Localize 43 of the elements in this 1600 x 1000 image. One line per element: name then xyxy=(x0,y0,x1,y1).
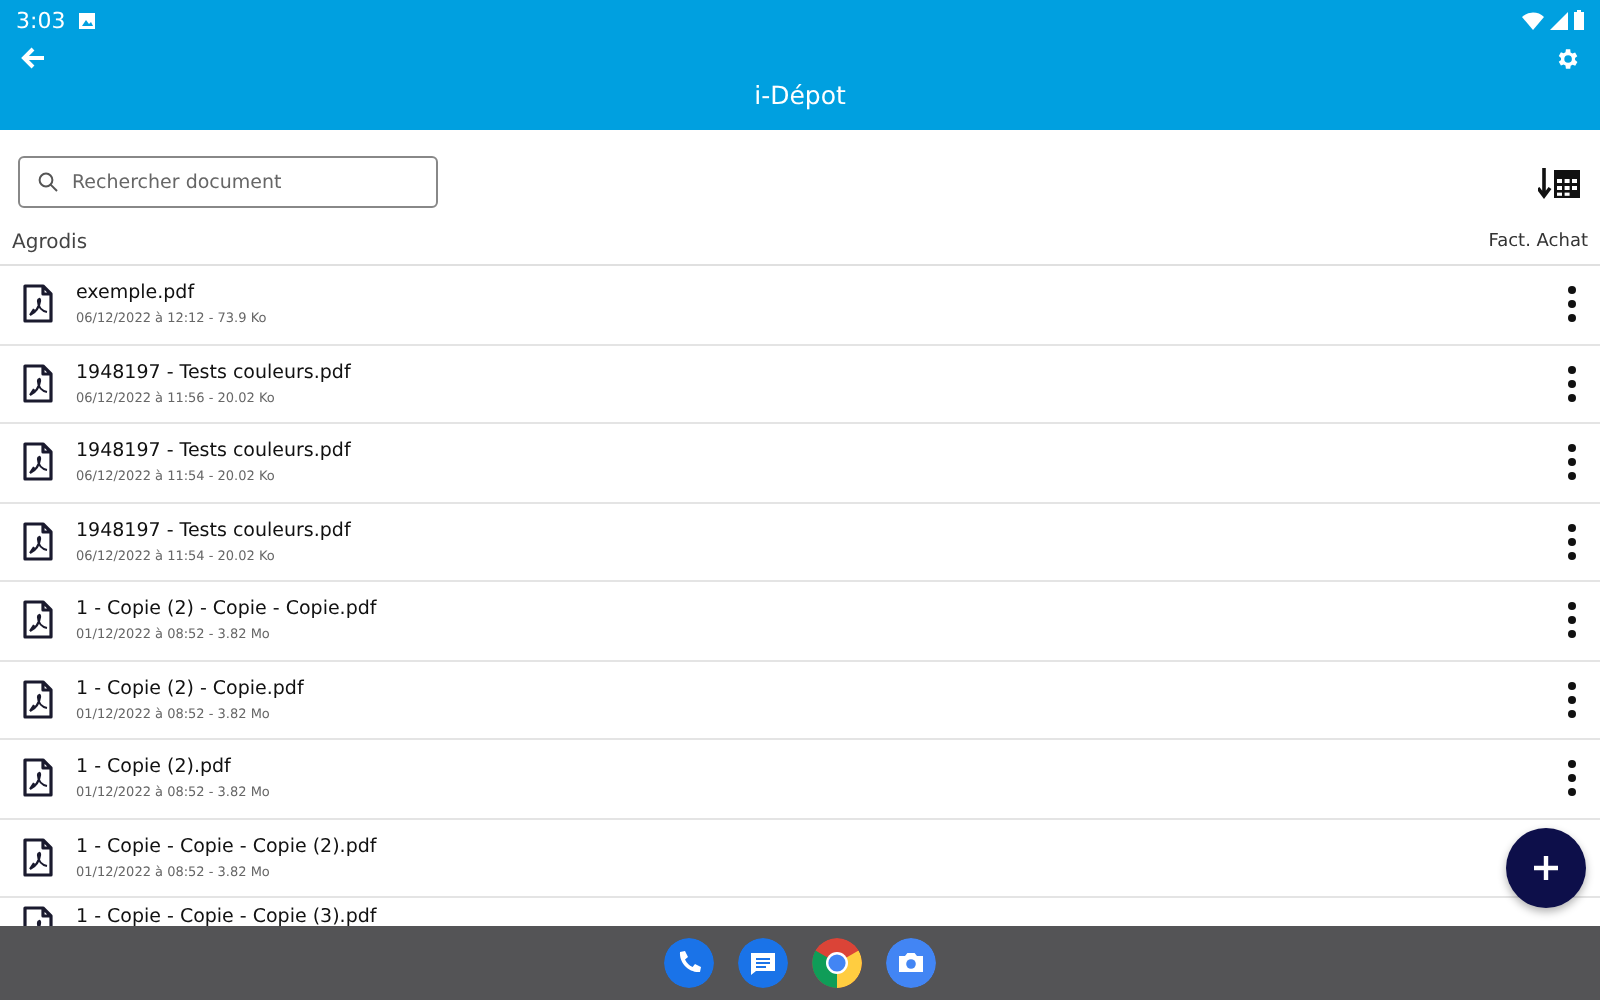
pdf-file-icon xyxy=(22,363,54,404)
document-name[interactable]: 1 - Copie (2).pdf xyxy=(76,756,231,779)
app-title: i-Dépot xyxy=(752,80,848,110)
phone-app-icon[interactable] xyxy=(664,938,714,988)
plus-icon xyxy=(1532,854,1560,882)
document-name[interactable]: 1 - Copie - Copie - Copie (3).pdf xyxy=(76,906,377,926)
browser-app-icon[interactable] xyxy=(812,938,862,988)
pdf-file-icon xyxy=(22,600,54,641)
pdf-file-icon xyxy=(22,442,54,483)
more-options-button[interactable] xyxy=(1564,760,1580,797)
category-label: Fact. Achat xyxy=(1488,232,1588,252)
document-name[interactable]: 1948197 - Tests couleurs.pdf xyxy=(76,361,351,384)
more-options-button[interactable] xyxy=(1564,286,1580,323)
document-name[interactable]: 1 - Copie (2) - Copie.pdf xyxy=(76,677,304,700)
document-name[interactable]: 1948197 - Tests couleurs.pdf xyxy=(76,440,351,463)
sort-by-date-button[interactable] xyxy=(1538,165,1582,199)
back-button[interactable] xyxy=(20,46,46,70)
search-icon xyxy=(38,172,58,192)
more-options-button[interactable] xyxy=(1564,602,1580,639)
add-button[interactable] xyxy=(1506,828,1586,908)
document-name[interactable]: 1 - Copie (2) - Copie - Copie.pdf xyxy=(76,598,377,621)
pdf-file-icon xyxy=(22,284,54,325)
pdf-file-icon xyxy=(22,521,54,562)
pdf-file-icon xyxy=(22,837,54,878)
battery-icon xyxy=(1574,10,1584,30)
more-options-button[interactable] xyxy=(1564,365,1580,402)
group-label: Agrodis xyxy=(12,231,88,253)
document-name[interactable]: 1948197 - Tests couleurs.pdf xyxy=(76,519,351,542)
document-name[interactable]: exemple.pdf xyxy=(76,282,195,305)
signal-icon xyxy=(1550,11,1568,29)
pdf-file-icon xyxy=(22,679,54,720)
settings-button[interactable] xyxy=(1554,46,1580,72)
document-name[interactable]: 1 - Copie - Copie - Copie (2).pdf xyxy=(76,835,377,858)
notification-icon xyxy=(77,11,96,29)
more-options-button[interactable] xyxy=(1564,681,1580,718)
pdf-file-icon xyxy=(22,758,54,799)
camera-app-icon[interactable] xyxy=(886,938,936,988)
status-time: 3:03 xyxy=(16,7,66,33)
search-field[interactable]: Rechercher document xyxy=(18,156,438,208)
wifi-icon xyxy=(1522,11,1544,29)
more-options-button[interactable] xyxy=(1564,523,1580,560)
more-options-button[interactable] xyxy=(1564,444,1580,481)
messages-app-icon[interactable] xyxy=(738,938,788,988)
